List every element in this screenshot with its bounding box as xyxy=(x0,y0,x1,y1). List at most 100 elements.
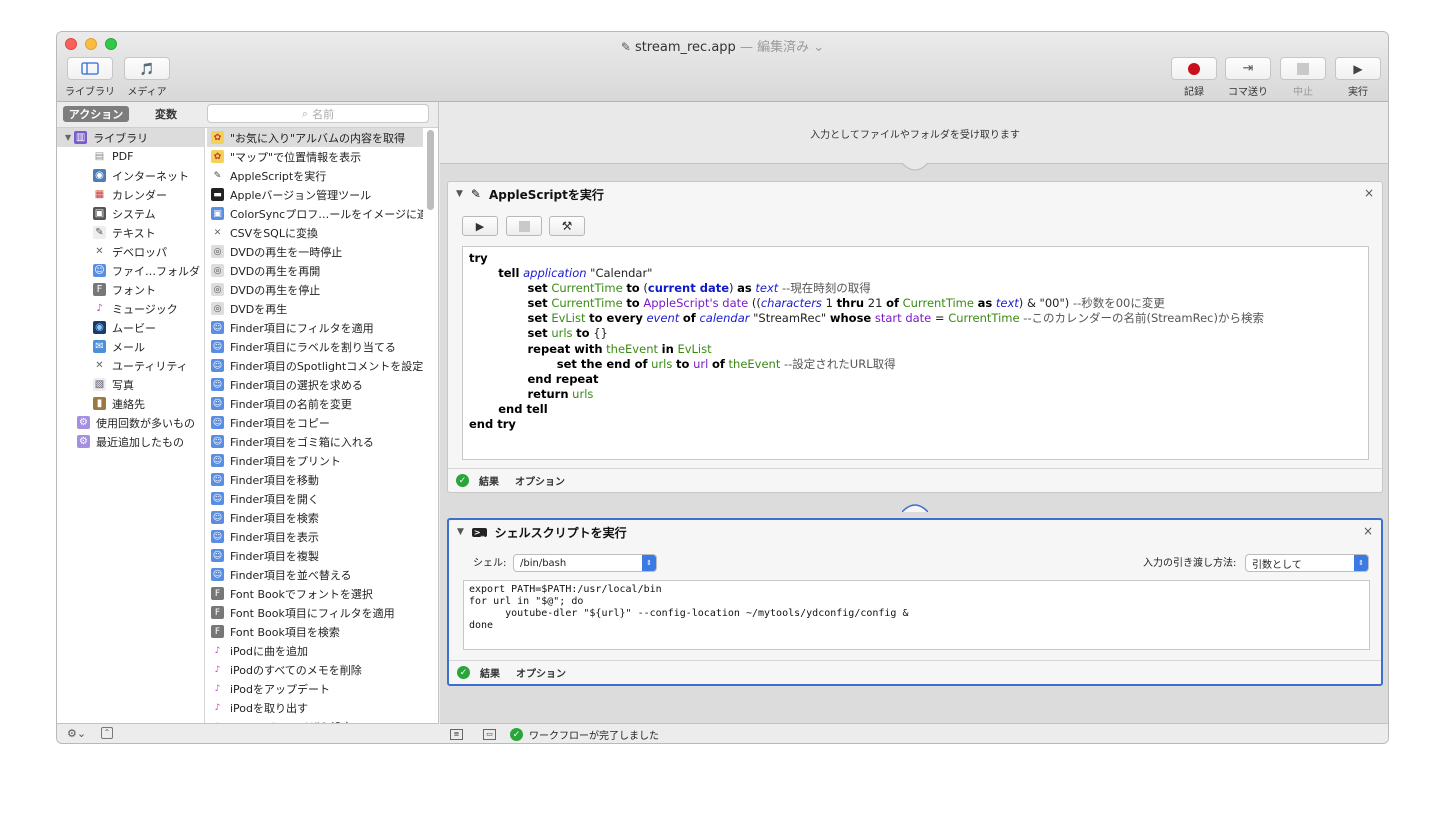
description-toggle-icon[interactable]: ⌃ xyxy=(101,727,113,739)
close-icon[interactable]: × xyxy=(1364,186,1374,200)
action-list-item[interactable]: ◎ DVDの再生を一時停止 xyxy=(207,242,423,261)
action-list-item[interactable]: ☺ Finder項目を移動 xyxy=(207,470,423,489)
action-list-item[interactable]: ♪ iPodのすべてのメモを削除 xyxy=(207,660,423,679)
action-list-item-label: DVDの再生を一時停止 xyxy=(230,245,343,259)
library-item[interactable]: ▤ PDF xyxy=(57,147,204,166)
action-list-item[interactable]: ✿ "お気に入り"アルバムの内容を取得 xyxy=(207,128,423,147)
media-button[interactable]: 🎵 xyxy=(124,57,170,80)
step-label: コマ送り xyxy=(1228,87,1268,98)
disclosure-triangle-icon[interactable]: ▼ xyxy=(456,189,463,199)
action-icon: ☺ xyxy=(211,568,224,581)
options-toggle[interactable]: オプション xyxy=(516,665,566,680)
action-list-item[interactable]: ♪ iPodに曲を追加 xyxy=(207,641,423,660)
library-item-label: 使用回数が多いもの xyxy=(96,416,195,430)
library-item-label: 連絡先 xyxy=(112,397,145,411)
action-list-item[interactable]: ✿ "マップ"で位置情報を表示 xyxy=(207,147,423,166)
library-item[interactable]: ⚙ 最近追加したもの xyxy=(57,432,204,451)
library-item[interactable]: ◉ ムービー xyxy=(57,318,204,337)
action-list-item-label: Font Book項目を検索 xyxy=(230,625,340,639)
library-item[interactable]: ♪ ミュージック xyxy=(57,299,204,318)
smart-folder-icon: ⚙ xyxy=(77,416,90,429)
tab-actions[interactable]: アクション xyxy=(63,106,129,122)
tab-variables[interactable]: 変数 xyxy=(143,106,189,122)
action-list-item[interactable]: ✎ AppleScriptを実行 xyxy=(207,166,423,185)
text-icon: ✎ xyxy=(93,226,106,239)
library-item[interactable]: ☺ ファイ…フォルダ xyxy=(57,261,204,280)
pass-input-select[interactable]: 引数として ⇕ xyxy=(1245,554,1369,572)
action-list-item[interactable]: ☺ Finder項目を並べ替える xyxy=(207,565,423,584)
action-list-item[interactable]: ☺ Finder項目を開く xyxy=(207,489,423,508)
media-icon: 🎵 xyxy=(139,61,155,76)
record-button[interactable] xyxy=(1171,57,1217,80)
results-toggle[interactable]: 結果 xyxy=(479,473,499,488)
action-list-item-label: Finder項目を複製 xyxy=(230,549,319,563)
library-item[interactable]: ▣ システム xyxy=(57,204,204,223)
action-list-item[interactable]: ☺ Finder項目をコピー xyxy=(207,413,423,432)
action-list-item[interactable]: ☺ Finder項目を検索 xyxy=(207,508,423,527)
split-view-icon[interactable]: ▭ xyxy=(483,729,496,740)
action-icon: ✎ xyxy=(211,169,224,182)
library-item[interactable]: ✕ デベロッパ xyxy=(57,242,204,261)
library-item-label: テキスト xyxy=(112,226,156,240)
action-list-item[interactable]: F Font Bookでフォントを選択 xyxy=(207,584,423,603)
action-list-item-label: DVDの再生を停止 xyxy=(230,283,321,297)
library-item[interactable]: ◉ インターネット xyxy=(57,166,204,185)
library-item[interactable]: ▧ 写真 xyxy=(57,375,204,394)
run-button[interactable]: ▶ xyxy=(1335,57,1381,80)
library-toggle-button[interactable] xyxy=(67,57,113,80)
action-list-item[interactable]: ☺ Finder項目のSpotlightコメントを設定 xyxy=(207,356,423,375)
shell-script-editor[interactable]: export PATH=$PATH:/usr/local/bin for url… xyxy=(463,580,1370,650)
library-item[interactable]: ▦ カレンダー xyxy=(57,185,204,204)
disclosure-triangle-icon[interactable]: ▼ xyxy=(457,527,464,537)
action-list-item[interactable]: ☺ Finder項目の選択を求める xyxy=(207,375,423,394)
options-toggle[interactable]: オプション xyxy=(515,473,565,488)
list-view-icon[interactable]: ≡ xyxy=(450,729,463,740)
action-icon: F xyxy=(211,606,224,619)
action-list-item[interactable]: ◎ DVDの再生を停止 xyxy=(207,280,423,299)
library-item[interactable]: ▮ 連絡先 xyxy=(57,394,204,413)
shell-select[interactable]: /bin/bash ⇕ xyxy=(513,554,657,572)
library-item[interactable]: ✕ ユーティリティ xyxy=(57,356,204,375)
library-item[interactable]: ⚙ 使用回数が多いもの xyxy=(57,413,204,432)
action-list-item[interactable]: ◎ DVDの再生を再開 xyxy=(207,261,423,280)
action-list-item[interactable]: ☺ Finder項目の名前を変更 xyxy=(207,394,423,413)
disclosure-triangle-icon[interactable]: ▼ xyxy=(65,133,71,142)
run-script-button[interactable]: ▶ xyxy=(462,216,498,236)
action-list-item[interactable]: ☺ Finder項目をプリント xyxy=(207,451,423,470)
step-button[interactable]: ⇥ xyxy=(1225,57,1271,80)
edited-indicator[interactable]: — 編集済み ⌄ xyxy=(740,40,824,55)
movie-icon: ◉ xyxy=(93,321,106,334)
action-list-item[interactable]: ▣ ColorSyncプロフ…ールをイメージに適用 xyxy=(207,204,423,223)
applescript-editor[interactable]: try tell application "Calendar" set Curr… xyxy=(462,246,1369,460)
gear-icon[interactable]: ⚙⌄ xyxy=(67,727,86,740)
stop-script-button[interactable] xyxy=(506,216,542,236)
stop-button[interactable] xyxy=(1280,57,1326,80)
action-list-item[interactable]: ✕ CSVをSQLに変換 xyxy=(207,223,423,242)
results-toggle[interactable]: 結果 xyxy=(480,665,500,680)
compile-button[interactable]: ⚒ xyxy=(549,216,585,236)
action-list-item[interactable]: ◎ DVDを再生 xyxy=(207,299,423,318)
library-item[interactable]: ✎ テキスト xyxy=(57,223,204,242)
action-list-item[interactable]: ☺ Finder項目にラベルを割り当てる xyxy=(207,337,423,356)
action-list-item[interactable]: ▬ Appleバージョン管理ツール xyxy=(207,185,423,204)
action-list-item[interactable]: ♪ iPodをアップデート xyxy=(207,679,423,698)
applescript-action[interactable]: ▼ ✎ AppleScriptを実行 × ▶ ⚒ try tell applic… xyxy=(447,181,1383,493)
action-list-scrollbar[interactable] xyxy=(427,130,434,210)
globe-icon: ◉ xyxy=(93,169,106,182)
action-list-item[interactable]: F Font Book項目にフィルタを適用 xyxy=(207,603,423,622)
close-icon[interactable]: × xyxy=(1363,524,1373,538)
action-list-item[interactable]: ♪ iPodを取り出す xyxy=(207,698,423,717)
action-list-item[interactable]: ☺ Finder項目を表示 xyxy=(207,527,423,546)
library-item-label: カレンダー xyxy=(112,188,167,202)
action-list-item[interactable]: ☺ Finder項目を複製 xyxy=(207,546,423,565)
library-item[interactable]: ✉ メール xyxy=(57,337,204,356)
library-item[interactable]: ▼ ▥ ライブラリ xyxy=(57,128,204,147)
action-list-item[interactable]: ☺ Finder項目をゴミ箱に入れる xyxy=(207,432,423,451)
library-item[interactable]: F フォント xyxy=(57,280,204,299)
library-item-label: システム xyxy=(112,207,156,221)
action-list-item[interactable]: F Font Book項目を検索 xyxy=(207,622,423,641)
action-list-item[interactable]: ☺ Finder項目にフィルタを適用 xyxy=(207,318,423,337)
shell-script-action[interactable]: ▼ >_ シェルスクリプトを実行 × シェル: /bin/bash ⇕ 入力の引… xyxy=(447,518,1383,686)
library-item-label: フォント xyxy=(112,283,156,297)
search-input[interactable]: ⌕ 名前 xyxy=(207,104,429,123)
